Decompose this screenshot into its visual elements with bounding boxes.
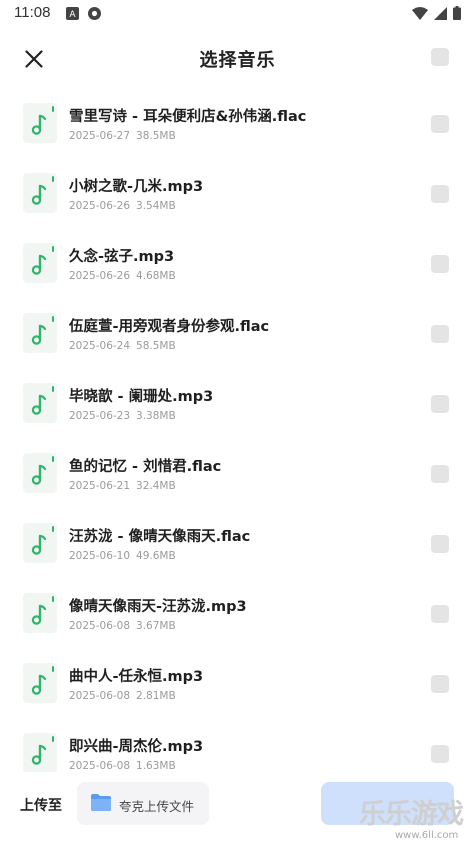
file-date: 2025-06-23 bbox=[69, 410, 131, 422]
file-date: 2025-06-26 bbox=[69, 270, 131, 282]
file-checkbox[interactable] bbox=[431, 255, 449, 273]
cell-signal-icon bbox=[434, 6, 447, 20]
file-checkbox[interactable] bbox=[431, 465, 449, 483]
file-name: 毕晓歆 - 阑珊处.mp3 bbox=[69, 389, 214, 405]
file-meta: 2025-06-08 3.67MB bbox=[69, 620, 182, 632]
music-file-icon bbox=[23, 523, 57, 563]
destination-folder-button[interactable]: 夸克上传文件 bbox=[77, 782, 209, 825]
list-item[interactable]: 小树之歌-几米.mp3 2025-06-26 3.54MB bbox=[0, 158, 475, 228]
destination-folder-name: 夸克上传文件 bbox=[119, 799, 195, 814]
file-checkbox[interactable] bbox=[431, 185, 449, 203]
list-item[interactable]: 雪里写诗 - 耳朵便利店&孙伟涵.flac 2025-06-27 38.5MB bbox=[0, 88, 475, 158]
music-file-icon bbox=[23, 593, 57, 633]
music-file-icon bbox=[23, 103, 57, 143]
file-size: 49.6MB bbox=[136, 550, 176, 562]
confirm-upload-button[interactable] bbox=[321, 782, 454, 825]
music-file-icon bbox=[23, 663, 57, 703]
list-item[interactable]: 鱼的记忆 - 刘惜君.flac 2025-06-21 32.4MB bbox=[0, 438, 475, 508]
file-name: 像晴天像雨天-汪苏泷.mp3 bbox=[69, 599, 247, 615]
a-badge-icon: A bbox=[66, 7, 79, 20]
file-meta: 2025-06-26 3.54MB bbox=[69, 200, 182, 212]
file-name: 久念-弦子.mp3 bbox=[69, 249, 175, 265]
battery-icon bbox=[453, 6, 461, 20]
page-title: 选择音乐 bbox=[199, 50, 276, 71]
file-checkbox[interactable] bbox=[431, 535, 449, 553]
file-name: 曲中人-任永恒.mp3 bbox=[69, 669, 204, 685]
file-meta: 2025-06-24 58.5MB bbox=[69, 340, 182, 352]
file-list: 雪里写诗 - 耳朵便利店&孙伟涵.flac 2025-06-27 38.5MB 小… bbox=[0, 88, 475, 788]
music-file-icon bbox=[23, 173, 57, 213]
file-meta: 2025-06-08 1.63MB bbox=[69, 760, 182, 772]
bottom-bar: 上传至 夸克上传文件 bbox=[0, 772, 475, 846]
wifi-icon bbox=[412, 6, 428, 20]
list-item[interactable]: 曲中人-任永恒.mp3 2025-06-08 2.81MB bbox=[0, 648, 475, 718]
file-date: 2025-06-21 bbox=[69, 480, 131, 492]
music-file-icon bbox=[23, 453, 57, 493]
file-date: 2025-06-10 bbox=[69, 550, 131, 562]
list-item[interactable]: 像晴天像雨天-汪苏泷.mp3 2025-06-08 3.67MB bbox=[0, 578, 475, 648]
file-meta: 2025-06-23 3.38MB bbox=[69, 410, 182, 422]
file-checkbox[interactable] bbox=[431, 395, 449, 413]
file-meta: 2025-06-10 49.6MB bbox=[69, 550, 182, 562]
file-name: 伍庭萱-用旁观者身份参观.flac bbox=[69, 319, 270, 335]
folder-icon bbox=[91, 794, 111, 811]
list-item[interactable]: 汪苏泷 - 像晴天像雨天.flac 2025-06-10 49.6MB bbox=[0, 508, 475, 578]
file-name: 即兴曲-周杰伦.mp3 bbox=[69, 739, 204, 755]
file-name: 雪里写诗 - 耳朵便利店&孙伟涵.flac bbox=[69, 109, 307, 125]
file-date: 2025-06-08 bbox=[69, 760, 131, 772]
file-meta: 2025-06-08 2.81MB bbox=[69, 690, 182, 702]
music-file-icon bbox=[23, 383, 57, 423]
file-size: 4.68MB bbox=[136, 270, 176, 282]
list-item[interactable]: 毕晓歆 - 阑珊处.mp3 2025-06-23 3.38MB bbox=[0, 368, 475, 438]
file-name: 汪苏泷 - 像晴天像雨天.flac bbox=[69, 529, 251, 545]
status-bar: 11:08 A bbox=[0, 0, 475, 28]
list-item[interactable]: 伍庭萱-用旁观者身份参观.flac 2025-06-24 58.5MB bbox=[0, 298, 475, 368]
file-size: 2.81MB bbox=[136, 690, 176, 702]
file-size: 3.54MB bbox=[136, 200, 176, 212]
status-time: 11:08 bbox=[14, 4, 51, 21]
file-date: 2025-06-08 bbox=[69, 620, 131, 632]
svg-text:A: A bbox=[69, 10, 76, 20]
list-item[interactable]: 久念-弦子.mp3 2025-06-26 4.68MB bbox=[0, 228, 475, 298]
file-name: 小树之歌-几米.mp3 bbox=[69, 179, 204, 195]
music-file-icon bbox=[23, 313, 57, 353]
file-name: 鱼的记忆 - 刘惜君.flac bbox=[69, 459, 222, 475]
header: 选择音乐 bbox=[0, 28, 475, 88]
file-date: 2025-06-24 bbox=[69, 340, 131, 352]
file-checkbox[interactable] bbox=[431, 745, 449, 763]
circle-play-icon bbox=[88, 7, 101, 20]
music-file-icon bbox=[23, 243, 57, 283]
file-meta: 2025-06-21 32.4MB bbox=[69, 480, 182, 492]
file-date: 2025-06-08 bbox=[69, 690, 131, 702]
upload-to-label: 上传至 bbox=[20, 798, 62, 814]
file-meta: 2025-06-27 38.5MB bbox=[69, 130, 182, 142]
file-size: 1.63MB bbox=[136, 760, 176, 772]
music-file-icon bbox=[23, 733, 57, 773]
select-all-checkbox[interactable] bbox=[431, 48, 449, 66]
file-size: 3.38MB bbox=[136, 410, 176, 422]
file-checkbox[interactable] bbox=[431, 675, 449, 693]
file-size: 3.67MB bbox=[136, 620, 176, 632]
file-date: 2025-06-27 bbox=[69, 130, 131, 142]
file-size: 58.5MB bbox=[136, 340, 176, 352]
file-date: 2025-06-26 bbox=[69, 200, 131, 212]
file-meta: 2025-06-26 4.68MB bbox=[69, 270, 182, 282]
file-checkbox[interactable] bbox=[431, 325, 449, 343]
file-checkbox[interactable] bbox=[431, 115, 449, 133]
file-checkbox[interactable] bbox=[431, 605, 449, 623]
file-size: 38.5MB bbox=[136, 130, 176, 142]
file-size: 32.4MB bbox=[136, 480, 176, 492]
